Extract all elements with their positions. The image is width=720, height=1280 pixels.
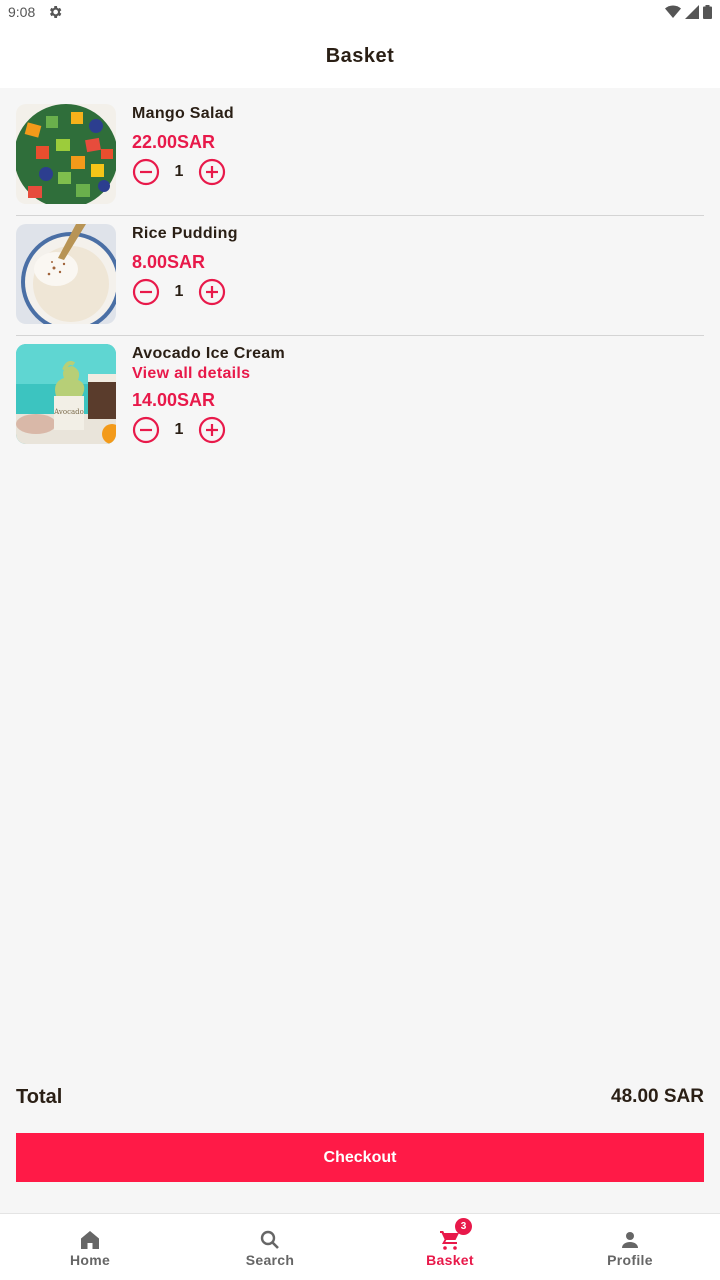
home-icon: [81, 1231, 99, 1249]
nav-item-home[interactable]: Home: [0, 1214, 180, 1280]
status-time: 9:08: [8, 4, 36, 20]
item-name: Avocado Ice Cream: [132, 345, 286, 362]
bottom-nav: Home Search 3 Basket Profile: [0, 1213, 720, 1280]
nav-label: Profile: [607, 1252, 653, 1268]
page-title: Basket: [325, 44, 395, 67]
item-price: 8.00SAR: [132, 252, 206, 272]
battery-icon: [703, 5, 712, 19]
total-row: Total 48.00 SAR: [16, 1082, 704, 1112]
minus-icon[interactable]: [132, 158, 160, 186]
basket-list: Mango Salad 22.00SAR 1 Rice Pudding 8.00…: [16, 96, 704, 456]
nav-item-search[interactable]: Search: [180, 1214, 360, 1280]
item-name: Mango Salad: [132, 105, 234, 122]
rice-pudding-image[interactable]: [16, 224, 116, 324]
total-value: 48.00 SAR: [611, 1086, 704, 1107]
nav-item-basket[interactable]: 3 Basket: [360, 1214, 540, 1280]
item-price: 14.00SAR: [132, 390, 216, 410]
view-details-link[interactable]: View all details: [132, 364, 285, 383]
search-icon: [260, 1230, 279, 1249]
item-price: 22.00SAR: [132, 132, 216, 152]
nav-item-profile[interactable]: Profile: [540, 1214, 720, 1280]
total-label: Total: [16, 1085, 63, 1108]
mango-salad-image[interactable]: [16, 104, 116, 204]
nav-label: Basket: [426, 1252, 474, 1268]
plus-icon[interactable]: [198, 278, 226, 306]
svg-text:Avocado: Avocado: [53, 408, 84, 416]
basket-item: Rice Pudding 8.00SAR 1: [16, 216, 704, 336]
nav-label: Home: [69, 1252, 111, 1268]
minus-icon[interactable]: [132, 416, 160, 444]
quantity-value: 1: [174, 163, 184, 180]
quantity-stepper: 1: [132, 416, 285, 444]
signal-icon: [685, 5, 699, 19]
basket-item: Avocado Avocado Ice Cream View all detai…: [16, 336, 704, 456]
person-icon: [622, 1232, 638, 1248]
quantity-value: 1: [174, 421, 184, 438]
cart-count-badge: 3: [455, 1218, 472, 1235]
quantity-stepper: 1: [132, 158, 234, 186]
nav-label: Search: [245, 1252, 295, 1268]
plus-icon[interactable]: [198, 416, 226, 444]
app-bar: Basket: [0, 24, 720, 88]
avocado-ice-cream-image[interactable]: Avocado: [16, 344, 116, 444]
quantity-stepper: 1: [132, 278, 238, 306]
wifi-icon: [665, 5, 681, 18]
quantity-value: 1: [174, 283, 184, 300]
status-bar: 9:08: [0, 0, 720, 24]
checkout-button[interactable]: Checkout: [16, 1133, 704, 1182]
minus-icon[interactable]: [132, 278, 160, 306]
item-name: Rice Pudding: [132, 225, 238, 242]
gear-icon: [50, 6, 62, 18]
basket-item: Mango Salad 22.00SAR 1: [16, 96, 704, 216]
plus-icon[interactable]: [198, 158, 226, 186]
